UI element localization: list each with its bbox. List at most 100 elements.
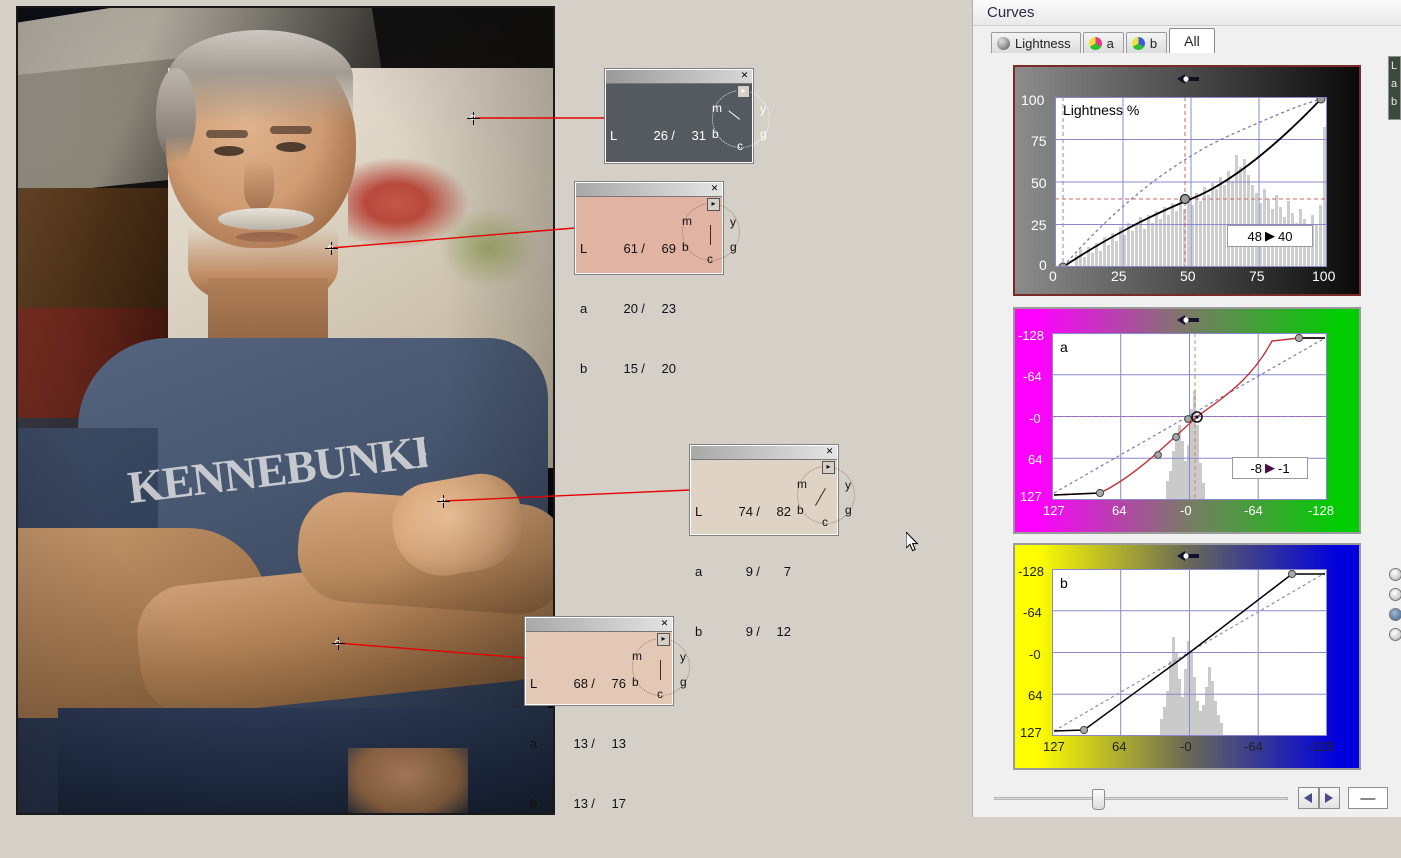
lightness-xtick-100: 100 bbox=[1312, 268, 1336, 284]
sample-3-titlebar[interactable]: ✕ bbox=[691, 446, 837, 460]
slider-thumb[interactable] bbox=[1092, 789, 1105, 810]
tool-icon-4[interactable] bbox=[1389, 628, 1401, 641]
color-sample-window-4[interactable]: ✕ L68/76 a13/13 b13/17 r y g c b m ▸ bbox=[525, 617, 690, 811]
expand-icon[interactable]: ▸ bbox=[657, 633, 670, 646]
value-before: 13 bbox=[573, 736, 588, 751]
value-before: 15 bbox=[623, 361, 638, 376]
sample-1-titlebar[interactable]: ✕ bbox=[606, 70, 752, 84]
b-gradient-marker[interactable] bbox=[1177, 550, 1201, 562]
expand-icon[interactable]: ▸ bbox=[822, 461, 835, 474]
close-icon[interactable]: ✕ bbox=[824, 446, 835, 457]
tab-lightness[interactable]: Lightness bbox=[991, 32, 1081, 53]
wheel-label-m: m bbox=[632, 649, 642, 663]
wheel-label-b: b bbox=[712, 127, 719, 141]
value-after: 13 bbox=[611, 736, 626, 751]
readout-after: 40 bbox=[1278, 228, 1293, 244]
slider-track[interactable] bbox=[994, 797, 1289, 800]
tab-a[interactable]: a bbox=[1082, 32, 1124, 53]
color-sample-window-2[interactable]: ✕ L61/69 a20/23 b15/20 r y g c b m ▸ bbox=[575, 182, 740, 376]
channel-tabs: Lightness a b All bbox=[991, 28, 1217, 53]
b-channel-swatch-icon bbox=[1131, 36, 1145, 50]
close-icon[interactable]: ✕ bbox=[739, 70, 750, 81]
curves-bottom-bar: — bbox=[990, 785, 1389, 811]
a-curve-graph[interactable]: -128 -64 -0 64 127 127 64 -0 -64 -128 a … bbox=[1013, 307, 1361, 534]
wheel-label-y: y bbox=[730, 215, 736, 229]
value-after: 76 bbox=[611, 676, 626, 691]
expand-icon[interactable]: ▸ bbox=[737, 85, 750, 98]
prev-button[interactable] bbox=[1298, 787, 1320, 809]
a-gradient-marker[interactable] bbox=[1177, 314, 1201, 326]
mouse-cursor bbox=[906, 532, 919, 552]
wheel-label-b: b bbox=[632, 675, 639, 689]
edge-lab-readout-panel[interactable]: L a b bbox=[1388, 56, 1401, 120]
edge-label-b: b bbox=[1391, 96, 1398, 108]
channel-label: L bbox=[530, 676, 538, 691]
lightness-ytick-50: 50 bbox=[1031, 175, 1047, 191]
value-before: 26 bbox=[653, 128, 668, 143]
readout-arrow-icon: ▶ bbox=[1265, 460, 1275, 475]
b-xtick-n128: -128 bbox=[1308, 739, 1335, 754]
color-sample-window-1[interactable]: ✕ L26/31 a-3/-2 b-0/-0 r y g c b m ▸ bbox=[605, 69, 770, 263]
lightness-curve-graph[interactable]: 100 75 50 25 0 0 25 50 75 100 Lightness … bbox=[1013, 65, 1361, 296]
value-before: 13 bbox=[573, 796, 588, 811]
tab-all[interactable]: All bbox=[1169, 28, 1215, 53]
b-plot-channel-label: b bbox=[1060, 575, 1068, 591]
channel-label: a bbox=[695, 564, 703, 579]
b-plot-area[interactable]: b bbox=[1052, 569, 1327, 736]
expand-icon[interactable]: ▸ bbox=[707, 198, 720, 211]
wheel-label-c: c bbox=[657, 687, 663, 701]
lightness-readout: 48 ▶ 40 bbox=[1227, 225, 1313, 247]
value-before: 74 bbox=[738, 504, 753, 519]
value-after: 20 bbox=[661, 361, 676, 376]
value-before: 68 bbox=[573, 676, 588, 691]
a-ytick-n64: -64 bbox=[1023, 369, 1042, 384]
value-after: 12 bbox=[776, 624, 791, 639]
value-after: 7 bbox=[783, 564, 791, 579]
tab-b[interactable]: b bbox=[1125, 32, 1168, 53]
zoom-slider[interactable] bbox=[990, 789, 1292, 810]
image-canvas-frame[interactable]: KENNEBUNKPORT bbox=[16, 6, 555, 815]
lightness-ytick-0: 0 bbox=[1039, 257, 1047, 273]
value-before: 9 bbox=[745, 624, 753, 639]
channel-label: b bbox=[530, 796, 538, 811]
sample-2-titlebar[interactable]: ✕ bbox=[576, 183, 722, 197]
channel-label: b bbox=[695, 624, 703, 639]
value-display[interactable]: — bbox=[1347, 787, 1389, 809]
value-after: 17 bbox=[611, 796, 626, 811]
color-sample-window-3[interactable]: ✕ L74/82 a9/7 b9/12 r y g c b m ▸ bbox=[690, 445, 855, 639]
wheel-label-c: c bbox=[822, 515, 828, 529]
close-icon[interactable]: ✕ bbox=[659, 618, 670, 629]
edge-label-a: a bbox=[1391, 78, 1398, 90]
tool-icon-2[interactable] bbox=[1389, 588, 1401, 601]
next-button[interactable] bbox=[1319, 787, 1340, 809]
tab-label: b bbox=[1149, 35, 1158, 51]
value-after: 69 bbox=[661, 241, 676, 256]
tab-label: a bbox=[1106, 35, 1114, 51]
b-curve-graph[interactable]: -128 -64 -0 64 127 127 64 -0 -64 -128 b bbox=[1013, 543, 1361, 770]
b-xtick-127: 127 bbox=[1043, 739, 1065, 754]
value-before: 61 bbox=[623, 241, 638, 256]
wheel-label-m: m bbox=[712, 101, 722, 115]
tool-icon-3[interactable] bbox=[1389, 608, 1401, 621]
tool-icon-1[interactable] bbox=[1389, 568, 1401, 581]
b-ytick-127: 127 bbox=[1020, 725, 1042, 740]
lightness-xtick-0: 0 bbox=[1049, 268, 1057, 284]
lightness-plot-area[interactable]: Lightness % 48 ▶ 40 bbox=[1055, 97, 1327, 267]
wheel-needle bbox=[710, 225, 711, 245]
edge-tool-icons[interactable] bbox=[1389, 568, 1401, 650]
channel-label: L bbox=[695, 504, 703, 519]
lightness-xtick-25: 25 bbox=[1111, 268, 1127, 284]
lightness-xtick-50: 50 bbox=[1180, 268, 1196, 284]
b-xtick-n0: -0 bbox=[1180, 739, 1192, 754]
close-icon[interactable]: ✕ bbox=[709, 183, 720, 194]
lightness-gradient-marker[interactable] bbox=[1177, 73, 1201, 85]
a-readout: -8 ▶ -1 bbox=[1232, 457, 1308, 479]
wheel-label-g: g bbox=[680, 675, 687, 689]
wheel-label-m: m bbox=[797, 477, 807, 491]
a-plot-area[interactable]: a -8 ▶ -1 bbox=[1052, 333, 1327, 500]
a-plot-channel-label: a bbox=[1060, 339, 1068, 355]
photograph[interactable]: KENNEBUNKPORT bbox=[18, 8, 553, 813]
sample-4-titlebar[interactable]: ✕ bbox=[526, 618, 672, 632]
a-xtick-n64: -64 bbox=[1244, 503, 1263, 518]
lightness-ytick-100: 100 bbox=[1021, 92, 1045, 108]
